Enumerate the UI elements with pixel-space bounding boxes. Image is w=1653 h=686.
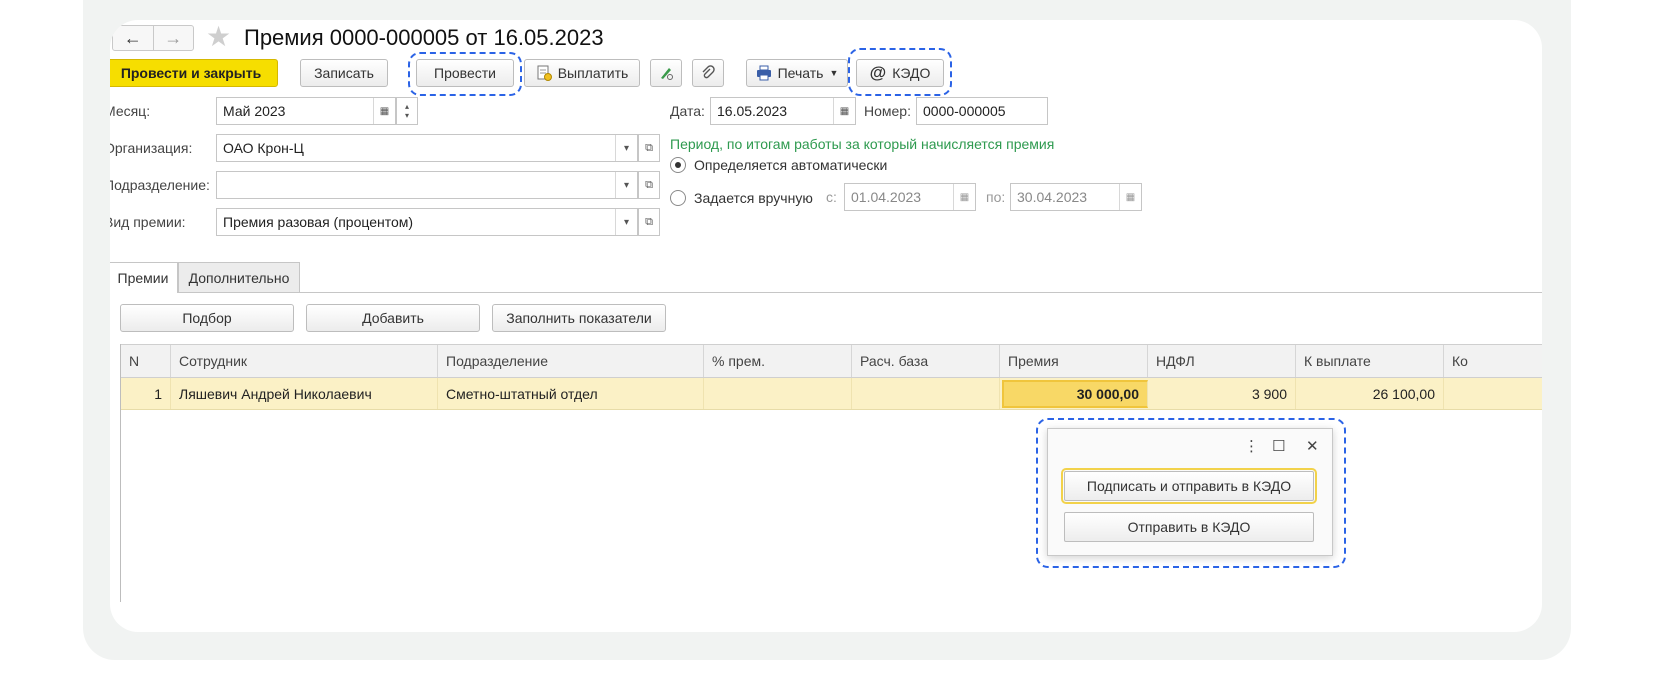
print-dropdown-icon: ▼ xyxy=(829,68,839,78)
save-label: Записать xyxy=(314,65,374,81)
period-auto-radio[interactable] xyxy=(670,157,686,173)
fill-indicators-label: Заполнить показатели xyxy=(506,310,652,326)
pen-icon xyxy=(661,68,673,80)
tab-bonuses-label: Премии xyxy=(117,270,169,286)
period-from-value: 01.04.2023 xyxy=(851,189,922,205)
bonus-type-label: Вид премии: xyxy=(110,214,186,230)
month-spinner[interactable]: ▴ ▾ xyxy=(396,97,418,125)
tax-cell[interactable]: 3 900 xyxy=(1148,378,1296,409)
forward-arrow-icon[interactable]: → xyxy=(152,26,194,50)
calendar-icon[interactable]: ▦ xyxy=(1119,184,1141,210)
column-header[interactable]: Расч. база xyxy=(852,345,1000,377)
pay-document-icon xyxy=(537,65,552,81)
add-button[interactable]: Добавить xyxy=(306,304,480,332)
navigation-group: ← → xyxy=(112,25,194,51)
period-heading: Период, по итогам работы за который начи… xyxy=(670,136,1055,152)
employee-cell[interactable]: Ляшевич Андрей Николаевич xyxy=(171,378,438,409)
dropdown-icon[interactable]: ▾ xyxy=(615,135,637,161)
base-cell[interactable] xyxy=(852,378,1000,409)
document-title: Премия 0000-000005 от 16.05.2023 xyxy=(244,25,604,50)
print-label: Печать xyxy=(777,65,824,81)
fill-indicators-button[interactable]: Заполнить показатели xyxy=(492,304,666,332)
dropdown-icon[interactable]: ▾ xyxy=(615,172,637,198)
post-button-highlight xyxy=(408,52,522,96)
sign-button[interactable] xyxy=(650,59,682,87)
date-label: Дата: xyxy=(670,103,705,119)
table-row[interactable]: 1 Ляшевич Андрей Николаевич Сметно-штатн… xyxy=(121,378,1542,410)
period-from-field[interactable]: 01.04.2023 ▦ xyxy=(844,183,976,211)
column-header[interactable]: Ко xyxy=(1444,345,1542,377)
organization-field[interactable]: ОАО Крон-Ц ▾ xyxy=(216,134,638,162)
number-label: Номер: xyxy=(864,103,911,119)
attach-button[interactable] xyxy=(692,59,724,87)
save-button[interactable]: Записать xyxy=(300,59,388,87)
open-department-icon[interactable]: ⧉ xyxy=(638,171,660,199)
kedo-button-highlight xyxy=(848,48,952,96)
open-organization-icon[interactable]: ⧉ xyxy=(638,134,660,162)
dropdown-icon[interactable]: ▾ xyxy=(615,209,637,235)
spin-up-icon[interactable]: ▴ xyxy=(405,102,409,111)
paperclip-icon xyxy=(702,65,715,79)
add-label: Добавить xyxy=(362,310,424,326)
department-label: Подразделение: xyxy=(110,177,210,193)
payout-cell[interactable]: 26 100,00 xyxy=(1296,378,1444,409)
period-to-value: 30.04.2023 xyxy=(1017,189,1088,205)
number-field[interactable]: 0000-000005 xyxy=(916,97,1048,125)
period-auto-label: Определяется автоматически xyxy=(694,157,888,173)
row-number: 1 xyxy=(121,378,171,409)
post-and-close-label: Провести и закрыть xyxy=(120,65,262,81)
tab-bonuses[interactable]: Премии xyxy=(110,262,178,293)
extra-cell[interactable] xyxy=(1444,378,1542,409)
popup-highlight xyxy=(1036,418,1346,568)
printer-icon xyxy=(756,65,771,81)
period-from-label: с: xyxy=(826,189,837,205)
period-to-field[interactable]: 30.04.2023 ▦ xyxy=(1010,183,1142,211)
date-value: 16.05.2023 xyxy=(717,103,788,119)
date-field[interactable]: 16.05.2023 ▦ xyxy=(710,97,856,125)
print-button[interactable]: Печать ▼ xyxy=(746,59,848,87)
tab-additional-label: Дополнительно xyxy=(188,269,290,286)
pick-button[interactable]: Подбор xyxy=(120,304,294,332)
month-value: Май 2023 xyxy=(223,103,286,119)
pay-button[interactable]: Выплатить xyxy=(524,59,640,87)
percent-cell[interactable] xyxy=(704,378,852,409)
department-field[interactable]: ▾ xyxy=(216,171,638,199)
pay-label: Выплатить xyxy=(557,65,629,81)
period-manual-radio[interactable] xyxy=(670,190,686,206)
bonus-amount-cell[interactable]: 30 000,00 xyxy=(1002,380,1148,408)
month-label: Месяц: xyxy=(110,103,151,119)
open-bonus-type-icon[interactable]: ⧉ xyxy=(638,208,660,236)
period-to-label: по: xyxy=(986,189,1006,205)
calendar-icon[interactable]: ▦ xyxy=(373,98,395,124)
period-manual-label: Задается вручную xyxy=(694,190,813,206)
month-field[interactable]: Май 2023 ▦ xyxy=(216,97,396,125)
column-header[interactable]: К выплате xyxy=(1296,345,1444,377)
pick-label: Подбор xyxy=(182,310,232,326)
number-value: 0000-000005 xyxy=(923,103,1006,119)
organization-value: ОАО Крон-Ц xyxy=(223,140,304,156)
organization-label: Организация: xyxy=(110,140,193,156)
favorite-star-icon[interactable]: ★ xyxy=(206,22,231,52)
column-header[interactable]: % прем. xyxy=(704,345,852,377)
spin-down-icon[interactable]: ▾ xyxy=(405,111,409,120)
column-header[interactable]: Сотрудник xyxy=(171,345,438,377)
tab-additional[interactable]: Дополнительно xyxy=(178,262,300,292)
column-header[interactable]: Премия xyxy=(1000,345,1148,377)
column-header[interactable]: НДФЛ xyxy=(1148,345,1296,377)
tab-divider xyxy=(110,292,1542,293)
post-and-close-button[interactable]: Провести и закрыть xyxy=(110,59,278,87)
back-arrow-icon[interactable]: ← xyxy=(113,26,153,50)
column-header[interactable]: Подразделение xyxy=(438,345,704,377)
table-header: N Сотрудник Подразделение % прем. Расч. … xyxy=(121,344,1542,378)
bonus-type-field[interactable]: Премия разовая (процентом) ▾ xyxy=(216,208,638,236)
department-cell[interactable]: Сметно-штатный отдел xyxy=(438,378,704,409)
calendar-icon[interactable]: ▦ xyxy=(833,98,855,124)
calendar-icon[interactable]: ▦ xyxy=(953,184,975,210)
column-header[interactable]: N xyxy=(121,345,171,377)
bonus-type-value: Премия разовая (процентом) xyxy=(223,214,414,230)
